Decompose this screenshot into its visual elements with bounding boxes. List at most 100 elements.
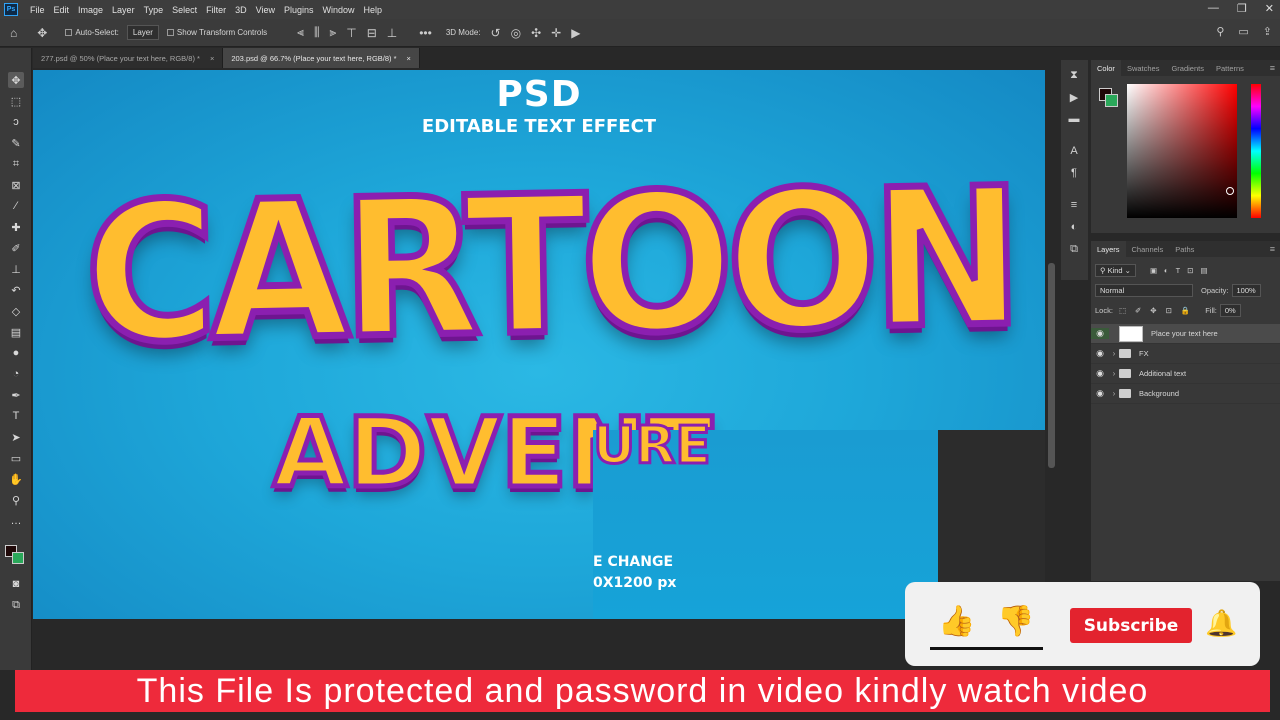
brush-tool-icon[interactable]: ✐ (8, 240, 24, 256)
show-transform-checkbox[interactable]: Show Transform Controls (166, 28, 267, 37)
home-icon[interactable]: ⌂ (10, 26, 17, 40)
thumbs-up-icon[interactable]: 👍 (938, 604, 975, 639)
align-right-icon[interactable]: ⫸ (329, 25, 336, 40)
3d-camera-icon[interactable]: ▶ (571, 26, 580, 40)
close-tab-icon[interactable]: × (210, 54, 214, 63)
libraries-panel-icon[interactable]: ⧉ (1067, 242, 1081, 256)
layer-row[interactable]: ◉ › FX (1091, 344, 1280, 364)
screen-mode-icon[interactable]: ⧉ (8, 597, 24, 613)
crop-tool-icon[interactable]: ⌗ (8, 156, 24, 172)
layer-filter-kind[interactable]: ⚲ Kind ⌄ (1095, 263, 1136, 277)
search-icon[interactable]: ⚲ (1216, 25, 1224, 38)
eraser-tool-icon[interactable]: ◇ (8, 303, 24, 319)
menu-layer[interactable]: Layer (108, 5, 139, 15)
align-middle-icon[interactable]: ⊟ (367, 26, 377, 40)
stamp-tool-icon[interactable]: ⊥ (8, 261, 24, 277)
visibility-eye-icon[interactable]: ◉ (1091, 368, 1109, 379)
move-tool-icon[interactable]: ✥ (37, 26, 47, 40)
more-tools-icon[interactable]: … (8, 513, 24, 529)
menu-edit[interactable]: Edit (50, 5, 74, 15)
visibility-eye-icon[interactable]: ◉ (1091, 388, 1109, 399)
tab-channels[interactable]: Channels (1126, 241, 1170, 257)
shape-tool-icon[interactable]: ▭ (8, 450, 24, 466)
tab-patterns[interactable]: Patterns (1210, 60, 1250, 76)
tab-277-psd[interactable]: 277.psd @ 50% (Place your text here, RGB… (33, 48, 224, 68)
hue-slider[interactable] (1251, 84, 1261, 218)
healing-tool-icon[interactable]: ✚ (8, 219, 24, 235)
background-color-swatch[interactable] (12, 552, 24, 564)
fill-value[interactable]: 0% (1219, 303, 1241, 317)
menu-filter[interactable]: Filter (202, 5, 230, 15)
actions-panel-icon[interactable]: ▶ (1067, 90, 1081, 104)
menu-type[interactable]: Type (140, 5, 168, 15)
menu-select[interactable]: Select (168, 5, 201, 15)
background-color-swatch[interactable] (1105, 94, 1118, 107)
tab-gradients[interactable]: Gradients (1165, 60, 1210, 76)
pen-tool-icon[interactable]: ✒ (8, 387, 24, 403)
menu-3d[interactable]: 3D (231, 5, 251, 15)
expand-chevron-icon[interactable]: › (1109, 349, 1119, 358)
3d-orbit-icon[interactable]: ↺ (491, 26, 501, 40)
layer-filter-icons[interactable]: ▣◐T⊡▤ (1150, 266, 1215, 275)
zoom-tool-icon[interactable]: ⚲ (8, 492, 24, 508)
auto-select-checkbox[interactable]: Auto-Select: (65, 28, 119, 37)
3d-roll-icon[interactable]: ◎ (511, 26, 521, 40)
comments-panel-icon[interactable]: ▬ (1067, 112, 1081, 126)
quick-mask-icon[interactable]: ◙ (8, 576, 24, 592)
menu-image[interactable]: Image (74, 5, 107, 15)
menu-file[interactable]: File (26, 5, 49, 15)
gradient-tool-icon[interactable]: ▤ (8, 324, 24, 340)
paragraph-panel-icon[interactable]: ¶ (1067, 166, 1081, 180)
dodge-tool-icon[interactable]: ◔ (8, 366, 24, 382)
layer-row[interactable]: ◉ › Additional text (1091, 364, 1280, 384)
align-top-icon[interactable]: ⊤ (346, 26, 356, 40)
menu-help[interactable]: Help (360, 5, 387, 15)
blend-mode-dropdown[interactable]: Normal (1095, 283, 1193, 297)
visibility-eye-icon[interactable]: ◉ (1091, 328, 1109, 339)
3d-slide-icon[interactable]: ✛ (551, 26, 561, 40)
menu-view[interactable]: View (252, 5, 279, 15)
character-panel-icon[interactable]: A (1067, 144, 1081, 158)
marquee-tool-icon[interactable]: ⬚ (8, 93, 24, 109)
lasso-tool-icon[interactable]: ↄ (8, 114, 24, 130)
restore-icon[interactable]: ❐ (1237, 2, 1247, 15)
minimize-icon[interactable]: — (1208, 2, 1219, 15)
tab-paths[interactable]: Paths (1169, 241, 1200, 257)
visibility-eye-icon[interactable]: ◉ (1091, 348, 1109, 359)
layer-row[interactable]: ◉ › Background (1091, 384, 1280, 404)
workspace-icon[interactable]: ▭ (1238, 25, 1248, 38)
subscribe-button[interactable]: Subscribe (1070, 608, 1192, 643)
history-panel-icon[interactable]: ⧗ (1067, 68, 1081, 82)
type-tool-icon[interactable]: T (8, 408, 24, 424)
tab-color[interactable]: Color (1091, 60, 1121, 76)
share-icon[interactable]: ⇪ (1263, 25, 1272, 38)
history-brush-icon[interactable]: ↶ (8, 282, 24, 298)
document-canvas[interactable]: PSD EDITABLE TEXT EFFECT CARTOON ADVENT … (33, 70, 1045, 619)
properties-panel-icon[interactable]: ≡ (1067, 198, 1081, 212)
panel-menu-icon[interactable]: ≡ (1270, 244, 1275, 254)
more-options-icon[interactable]: ••• (419, 26, 432, 40)
eyedropper-tool-icon[interactable]: ⁄ (8, 198, 24, 214)
frame-tool-icon[interactable]: ⊠ (8, 177, 24, 193)
thumbs-down-icon[interactable]: 👎 (997, 604, 1034, 639)
path-select-tool-icon[interactable]: ➤ (8, 429, 24, 445)
bell-icon[interactable]: 🔔 (1205, 608, 1237, 639)
lock-icons[interactable]: ⬚✐✥⊡🔒 (1119, 306, 1199, 315)
vertical-scrollbar[interactable] (1048, 263, 1055, 468)
move-tool-icon[interactable]: ✥ (8, 72, 24, 88)
align-left-icon[interactable]: ⫷ (297, 25, 304, 40)
hand-tool-icon[interactable]: ✋ (8, 471, 24, 487)
layer-row[interactable]: ◉ Place your text here (1091, 324, 1280, 344)
close-tab-icon[interactable]: × (407, 54, 411, 63)
align-center-icon[interactable]: ⫼ (314, 25, 320, 40)
color-field[interactable] (1127, 84, 1237, 218)
auto-select-dropdown[interactable]: Layer (126, 25, 159, 40)
menu-plugins[interactable]: Plugins (280, 5, 318, 15)
opacity-value[interactable]: 100% (1231, 283, 1261, 297)
blur-tool-icon[interactable]: ● (8, 345, 24, 361)
align-bottom-icon[interactable]: ⊥ (387, 26, 397, 40)
close-icon[interactable]: ✕ (1265, 2, 1274, 15)
tab-layers[interactable]: Layers (1091, 241, 1126, 257)
expand-chevron-icon[interactable]: › (1109, 369, 1119, 378)
color-picker-cursor[interactable] (1226, 187, 1234, 195)
